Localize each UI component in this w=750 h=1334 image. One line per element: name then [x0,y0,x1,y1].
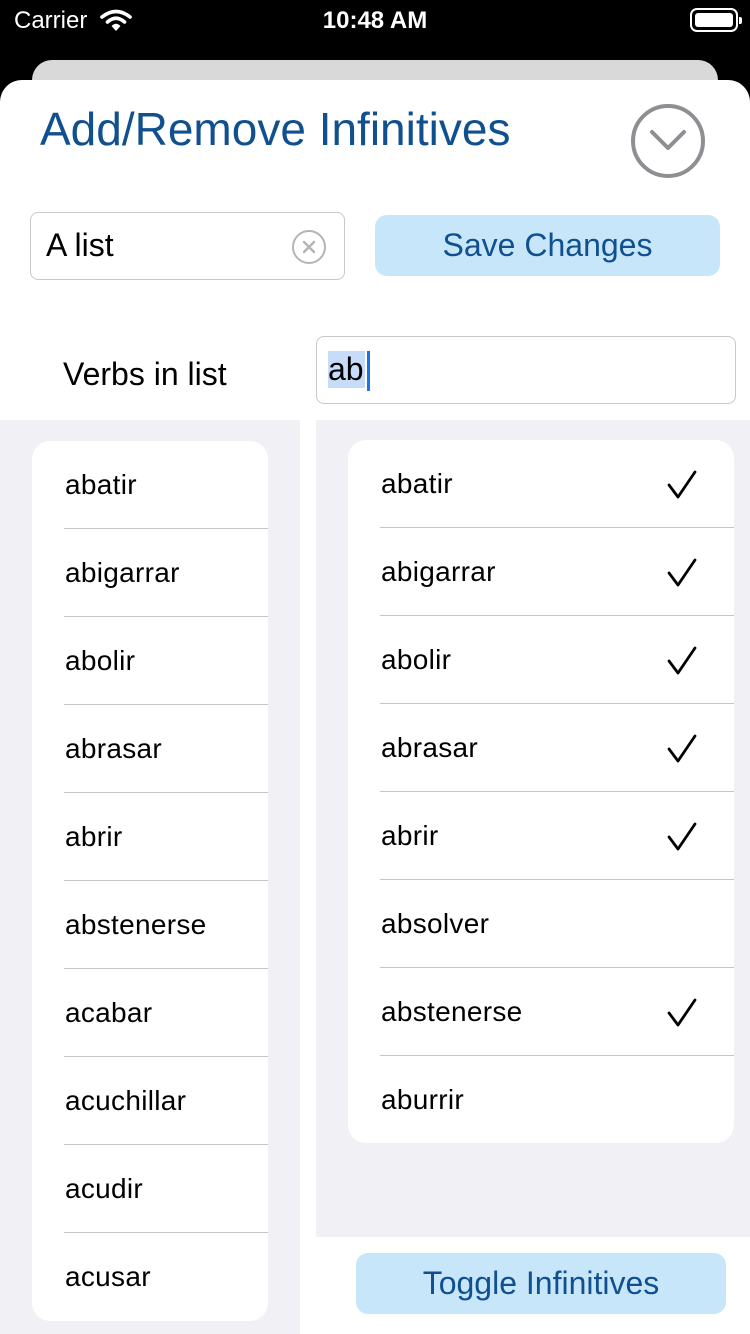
list-item[interactable]: abrasar [32,705,268,793]
list-item[interactable]: acabar [32,969,268,1057]
search-result-label: abatir [381,468,453,499]
clear-text-button[interactable] [292,230,326,264]
search-result-row[interactable]: abatir [348,440,734,528]
clock-label: 10:48 AM [322,7,428,34]
search-result-row[interactable]: abolir [348,616,734,704]
search-result-label: abstenerse [381,996,523,1027]
list-item-label: acuchillar [65,1085,187,1116]
page-title: Add/Remove Infinitives [40,103,511,155]
list-item-label: acudir [65,1173,144,1204]
chevron-down-icon [650,130,686,150]
battery-icon [690,8,742,32]
text-caret [367,351,370,391]
list-item[interactable]: acudir [32,1145,268,1233]
toggle-infinitives-button[interactable]: Toggle Infinitives [356,1253,726,1314]
list-item[interactable]: abstenerse [32,881,268,969]
search-result-label: abolir [381,644,452,675]
dismiss-button[interactable] [631,104,705,178]
list-item[interactable]: acuchillar [32,1057,268,1145]
search-result-row[interactable]: abrasar [348,704,734,792]
list-name-value: A list [46,227,114,263]
list-item-label: abrasar [65,733,163,764]
checkmark-icon [666,822,698,857]
add-remove-sheet: Add/Remove Infinitives A list Save Chang… [0,80,750,1334]
list-item-label: acabar [65,997,153,1028]
search-result-row[interactable]: abstenerse [348,968,734,1056]
list-name-field[interactable]: A list [30,212,345,280]
list-item-label: abstenerse [65,909,207,940]
list-item[interactable]: abigarrar [32,529,268,617]
list-item-label: acusar [65,1261,151,1292]
search-result-row[interactable]: absolver [348,880,734,968]
search-result-row[interactable]: abigarrar [348,528,734,616]
verb-search-input[interactable]: ab [316,336,736,404]
checkmark-icon [666,558,698,593]
save-changes-button[interactable]: Save Changes [375,215,720,276]
checkmark-icon [666,470,698,505]
search-result-label: abrasar [381,732,479,763]
checkmark-icon [666,998,698,1033]
checkmark-icon [666,646,698,681]
list-item[interactable]: acusar [32,1233,268,1321]
list-item-label: abigarrar [65,557,180,588]
verbs-in-list-table: abatir abigarrar abolir abrasar abrir abstene… [32,441,268,1321]
search-result-label: abigarrar [381,556,496,587]
list-item-label: abatir [65,469,137,500]
list-item[interactable]: abrir [32,793,268,881]
search-result-label: absolver [381,908,490,939]
checkmark-icon [666,734,698,769]
clear-icon [302,240,316,254]
list-item-label: abolir [65,645,136,676]
search-result-label: abrir [381,820,439,851]
search-result-row[interactable]: abrir [348,792,734,880]
list-item-label: abrir [65,821,123,852]
status-bar: Carrier 10:48 AM [0,0,750,44]
list-item[interactable]: abolir [32,617,268,705]
list-item[interactable]: abatir [32,441,268,529]
search-results-table: abatir abigarrar abolir abrasar abrir absolve… [348,440,734,1143]
search-result-row[interactable]: aburrir [348,1056,734,1143]
verbs-in-list-label: Verbs in list [63,356,227,392]
search-value: ab [328,351,365,388]
search-result-label: aburrir [381,1084,465,1115]
